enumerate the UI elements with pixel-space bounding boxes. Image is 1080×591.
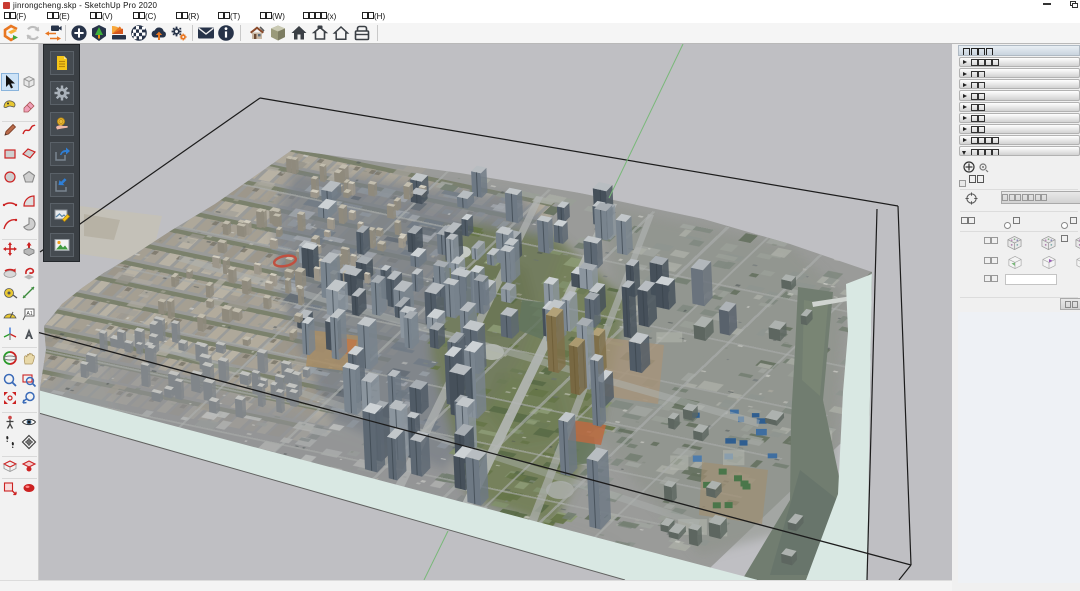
svg-text:A1: A1 (27, 311, 33, 317)
